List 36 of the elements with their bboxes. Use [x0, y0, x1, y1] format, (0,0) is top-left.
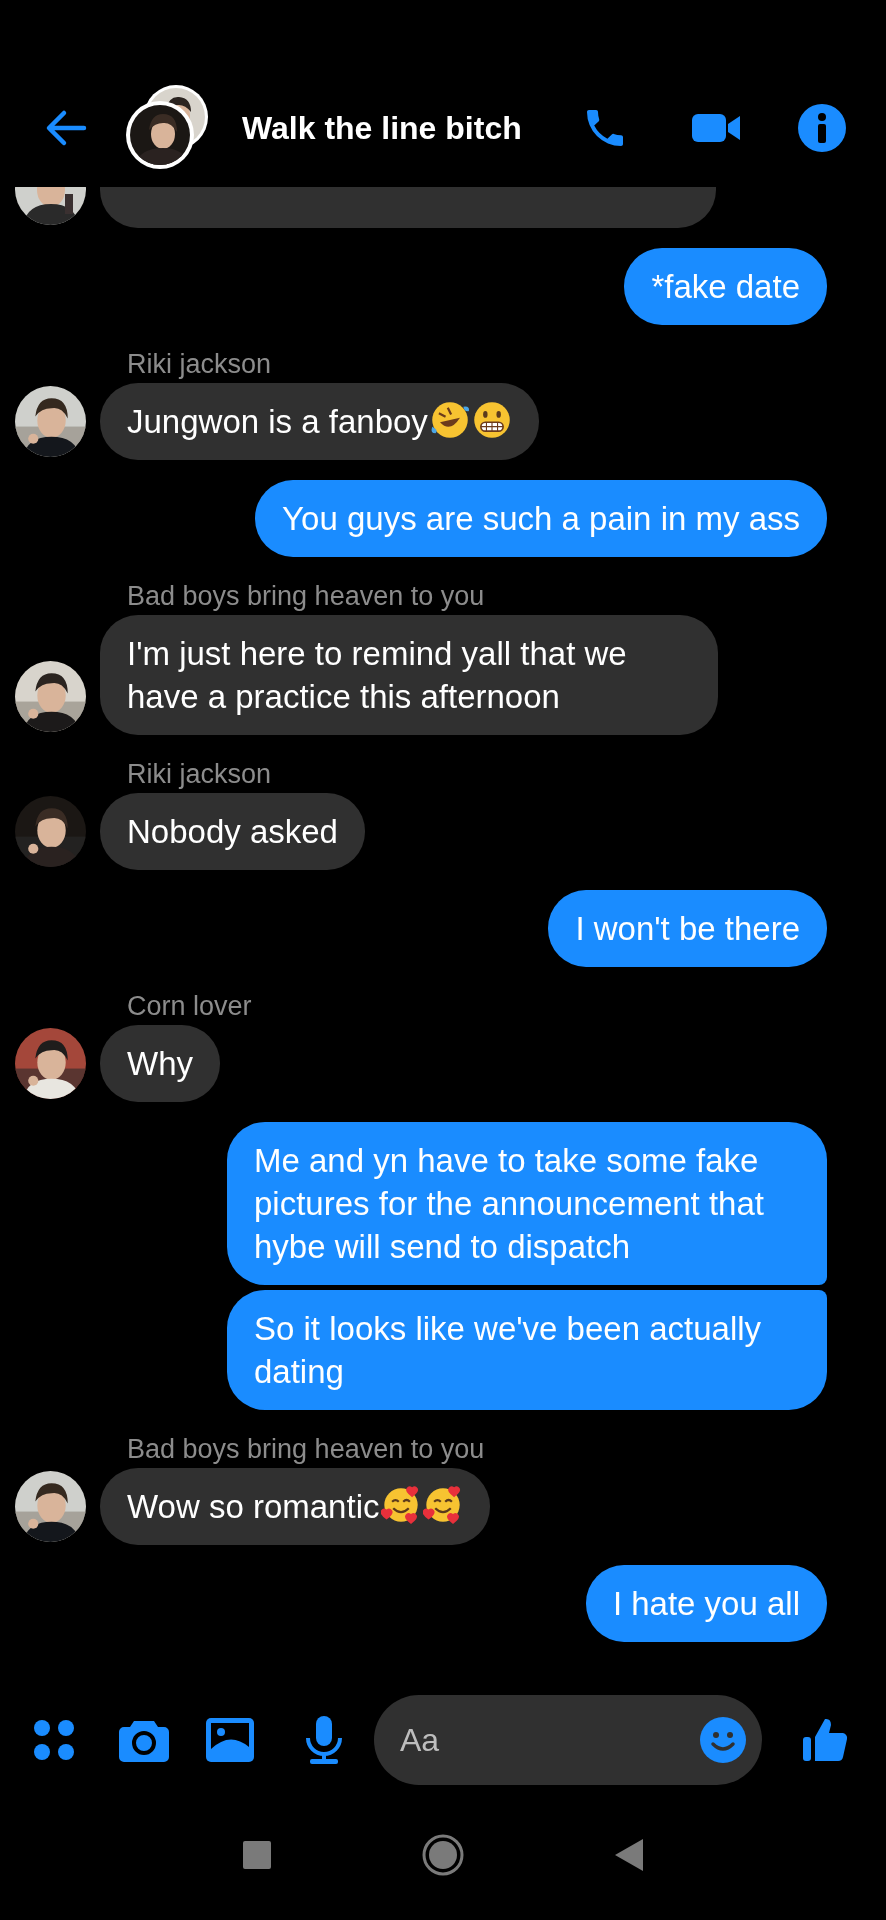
message-text: *fake date	[651, 268, 800, 305]
sender-name: Riki jackson	[127, 759, 272, 789]
grimacing-emoji-icon	[471, 400, 512, 440]
composer-field[interactable]: Aa	[374, 1695, 762, 1785]
home-circle-icon	[422, 1834, 464, 1876]
back-nav-button[interactable]	[614, 1839, 644, 1871]
emoji-button[interactable]	[698, 1715, 748, 1765]
message-text: Why	[127, 1045, 193, 1082]
message-text: I'm just here to remind yall that we have a practice this afternoon	[127, 635, 627, 715]
message-text: I won't be there	[575, 910, 800, 947]
home-button[interactable]	[422, 1834, 464, 1876]
triangle-back-icon	[615, 1839, 643, 1871]
laughing-emoji-icon	[429, 400, 470, 440]
sender-name: Bad boys bring heaven to you	[127, 1434, 485, 1464]
message-text: Nobody asked	[127, 813, 338, 850]
square-icon	[243, 1841, 271, 1869]
message-text: I hate you all	[612, 1585, 800, 1622]
group-avatar[interactable]	[125, 84, 211, 172]
four-dots-icon	[32, 1718, 76, 1762]
smiley-icon	[699, 1716, 747, 1764]
message-text: So it looks like we've been actually dating	[254, 1310, 762, 1390]
sender-name: Corn lover	[127, 991, 252, 1021]
avatar[interactable]	[15, 187, 86, 225]
info-button[interactable]	[796, 102, 848, 154]
image-icon	[205, 1717, 255, 1763]
chat-title: Walk the line bitch	[242, 109, 523, 147]
message-text: Jungwon is a fanboy	[127, 403, 428, 440]
microphone-icon	[304, 1714, 344, 1766]
sender-name: Bad boys bring heaven to you	[127, 581, 485, 611]
message-text: Wow so romantic	[127, 1488, 380, 1525]
sender-name: Riki jackson	[127, 349, 272, 379]
message-text: You guys are such a pain in my ass	[282, 500, 800, 537]
message-input[interactable]: Aa	[398, 1720, 698, 1760]
recents-button[interactable]	[242, 1840, 272, 1870]
message-text: Me and yn have to take some fake pictures for the announcement that hybe will send to dispatch	[254, 1142, 764, 1265]
info-icon	[797, 103, 847, 153]
